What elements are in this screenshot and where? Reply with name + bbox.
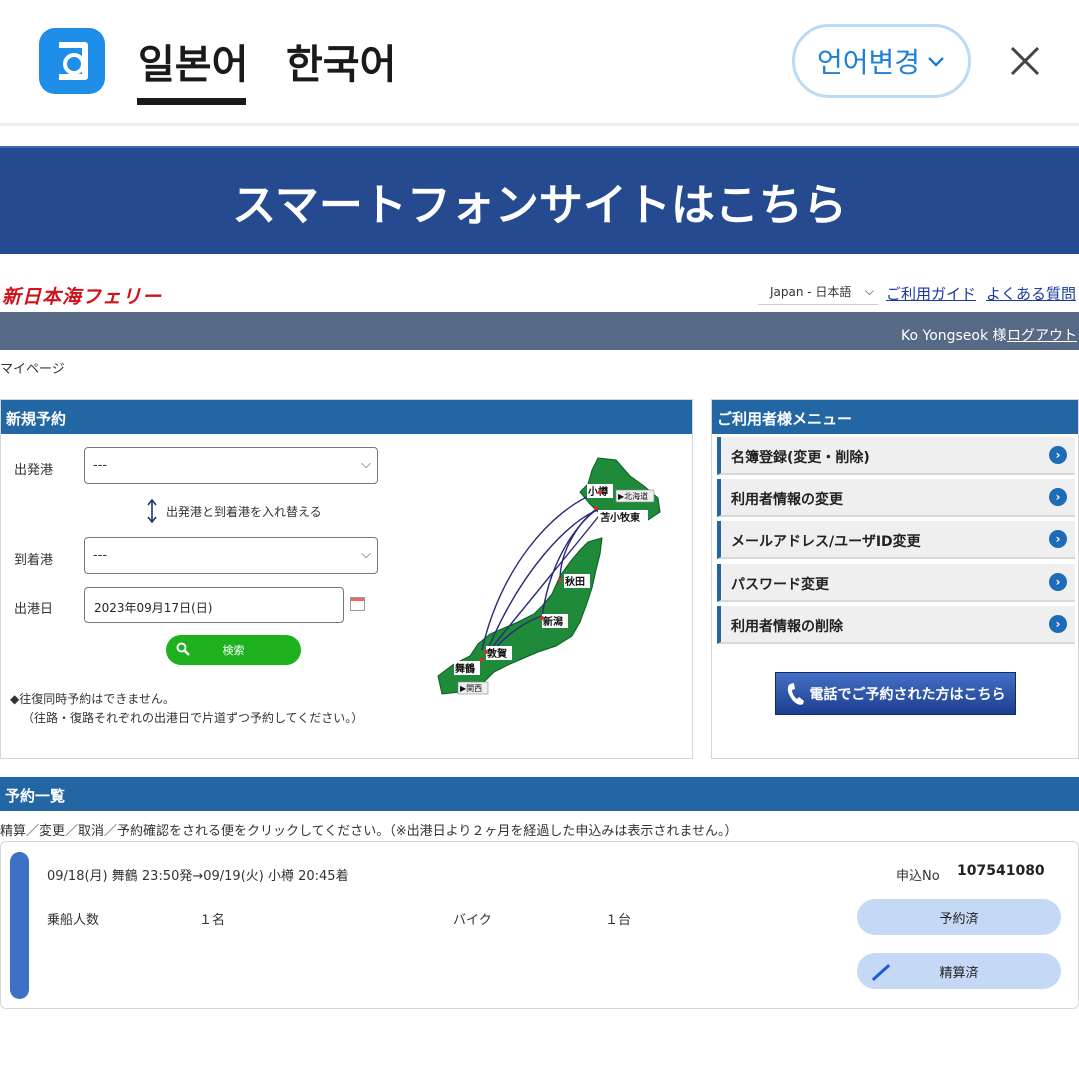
user-name: Ko Yongseok 様	[901, 328, 1007, 344]
menu-item-label: 利用者情報の削除	[731, 619, 843, 635]
phone-booking-button[interactable]: 電話でご予約された方はこちら	[775, 672, 1016, 715]
breadcrumb: マイページ	[0, 362, 65, 377]
translate-logo-icon	[39, 28, 105, 94]
route-map: 小樽 苫小牧東 秋田 新潟 敦賀 舞鶴 ▶北海道 ▶関西	[437, 457, 661, 695]
chevron-right-icon: ›	[1049, 573, 1067, 591]
arrival-value: ---	[93, 548, 108, 563]
user-bar: Ko Yongseok 様 ログアウト	[0, 312, 1079, 350]
chevron-right-icon: ›	[1049, 530, 1067, 548]
chevron-right-icon: ›	[1049, 488, 1067, 506]
site-language-select[interactable]: Japan - 日本語 ⌵	[758, 279, 878, 305]
chevron-right-icon: ›	[1049, 446, 1067, 464]
chevron-down-icon: ⌵	[361, 547, 371, 562]
chevron-right-icon: ›	[1049, 615, 1067, 633]
map-port-tomakomai: 苫小牧東	[600, 511, 640, 524]
faq-link[interactable]: よくある質問	[986, 283, 1076, 304]
chevron-down-icon	[928, 57, 944, 67]
departure-date-input[interactable]: 2023年09月17日(日)	[84, 587, 344, 623]
menu-item-user-delete[interactable]: 利用者情報の削除 ›	[717, 606, 1075, 644]
chevron-down-icon: ⌵	[864, 284, 874, 298]
map-port-maizuru: 舞鶴	[455, 662, 475, 675]
menu-item-passenger-list[interactable]: 名簿登録(変更・削除) ›	[717, 437, 1075, 475]
map-port-niigata: 新潟	[543, 615, 563, 628]
change-language-button[interactable]: 언어변경	[792, 24, 971, 98]
arrival-label: 到着港	[14, 553, 54, 568]
map-tag-hokkaido: ▶北海道	[618, 491, 648, 501]
map-port-akita: 秋田	[565, 575, 585, 588]
guide-link[interactable]: ご利用ガイド	[886, 283, 976, 304]
active-tab-indicator	[137, 98, 246, 105]
search-button[interactable]: 検索	[166, 635, 301, 665]
status-badge-paid[interactable]: 精算済	[857, 953, 1061, 989]
phone-booking-label: 電話でご予約された方はこちら	[809, 686, 1006, 703]
search-icon	[176, 642, 190, 656]
site-language-value: Japan - 日本語	[770, 285, 852, 299]
chevron-down-icon: ⌵	[361, 457, 371, 472]
menu-item-label: 利用者情報の変更	[731, 492, 843, 508]
search-button-label: 検索	[222, 644, 245, 657]
reservation-route: 09/18(月) 舞鶴 23:50発→09/19(火) 小樽 20:45着	[47, 869, 349, 884]
swap-ports-button[interactable]: 出発港と到着港を入れ替える	[146, 499, 322, 523]
menu-item-password-change[interactable]: パスワード変更 ›	[717, 564, 1075, 602]
logout-link[interactable]: ログアウト	[1007, 325, 1077, 345]
brand-logo[interactable]: 新日本海フェリー	[2, 282, 162, 309]
vehicle-label: バイク	[453, 913, 492, 928]
departure-select[interactable]: --- ⌵	[84, 447, 378, 484]
date-label: 出港日	[14, 602, 54, 617]
swap-arrows-icon	[147, 499, 157, 523]
departure-label: 出発港	[14, 463, 54, 478]
arrival-select[interactable]: --- ⌵	[84, 537, 378, 574]
booking-note-2: （往路・復路それぞれの出港日で片道ずつ予約してください。）	[22, 711, 364, 725]
application-number-label: 申込No	[896, 869, 940, 884]
booking-note-1: ◆往復同時予約はできません。	[10, 692, 175, 706]
passengers-value: １名	[199, 913, 226, 928]
application-number: 107541080	[957, 863, 1045, 879]
tab-source-language[interactable]: 일본어	[138, 32, 248, 90]
phone-icon	[787, 682, 804, 705]
departure-value: ---	[93, 458, 108, 473]
change-language-label: 언어변경	[816, 46, 921, 79]
translate-bar: 일본어 한국어 언어변경	[0, 0, 1079, 126]
status-badge-reserved[interactable]: 予約済	[857, 899, 1061, 935]
map-tag-kansai: ▶関西	[460, 684, 482, 693]
new-booking-title: 新規予約	[1, 400, 692, 434]
close-icon[interactable]	[1008, 44, 1042, 78]
menu-item-label: 名簿登録(変更・削除)	[731, 450, 870, 466]
menu-item-user-info-change[interactable]: 利用者情報の変更 ›	[717, 479, 1075, 517]
calendar-icon[interactable]	[350, 597, 365, 611]
reservation-card-marker	[10, 852, 29, 999]
tab-target-language[interactable]: 한국어	[286, 32, 396, 90]
menu-item-label: パスワード変更	[731, 577, 829, 593]
smartphone-site-banner[interactable]: スマートフォンサイトはこちら	[0, 146, 1079, 254]
menu-item-label: メールアドレス/ユーザID変更	[731, 534, 921, 550]
vehicle-value: １台	[605, 913, 632, 928]
map-port-otaru: 小樽	[587, 485, 608, 498]
map-port-tsuruga: 敦賀	[487, 647, 507, 660]
user-menu-title: ご利用者様メニュー	[712, 400, 1078, 434]
menu-item-email-change[interactable]: メールアドレス/ユーザID変更 ›	[717, 521, 1075, 559]
swap-ports-label: 出発港と到着港を入れ替える	[166, 504, 322, 519]
passengers-label: 乗船人数	[47, 913, 100, 928]
reservation-list-note: 精算／変更／取消／予約確認をされる便をクリックしてください。（※出港日より２ヶ月…	[0, 824, 738, 839]
reservation-list-title: 予約一覧	[0, 777, 1079, 811]
